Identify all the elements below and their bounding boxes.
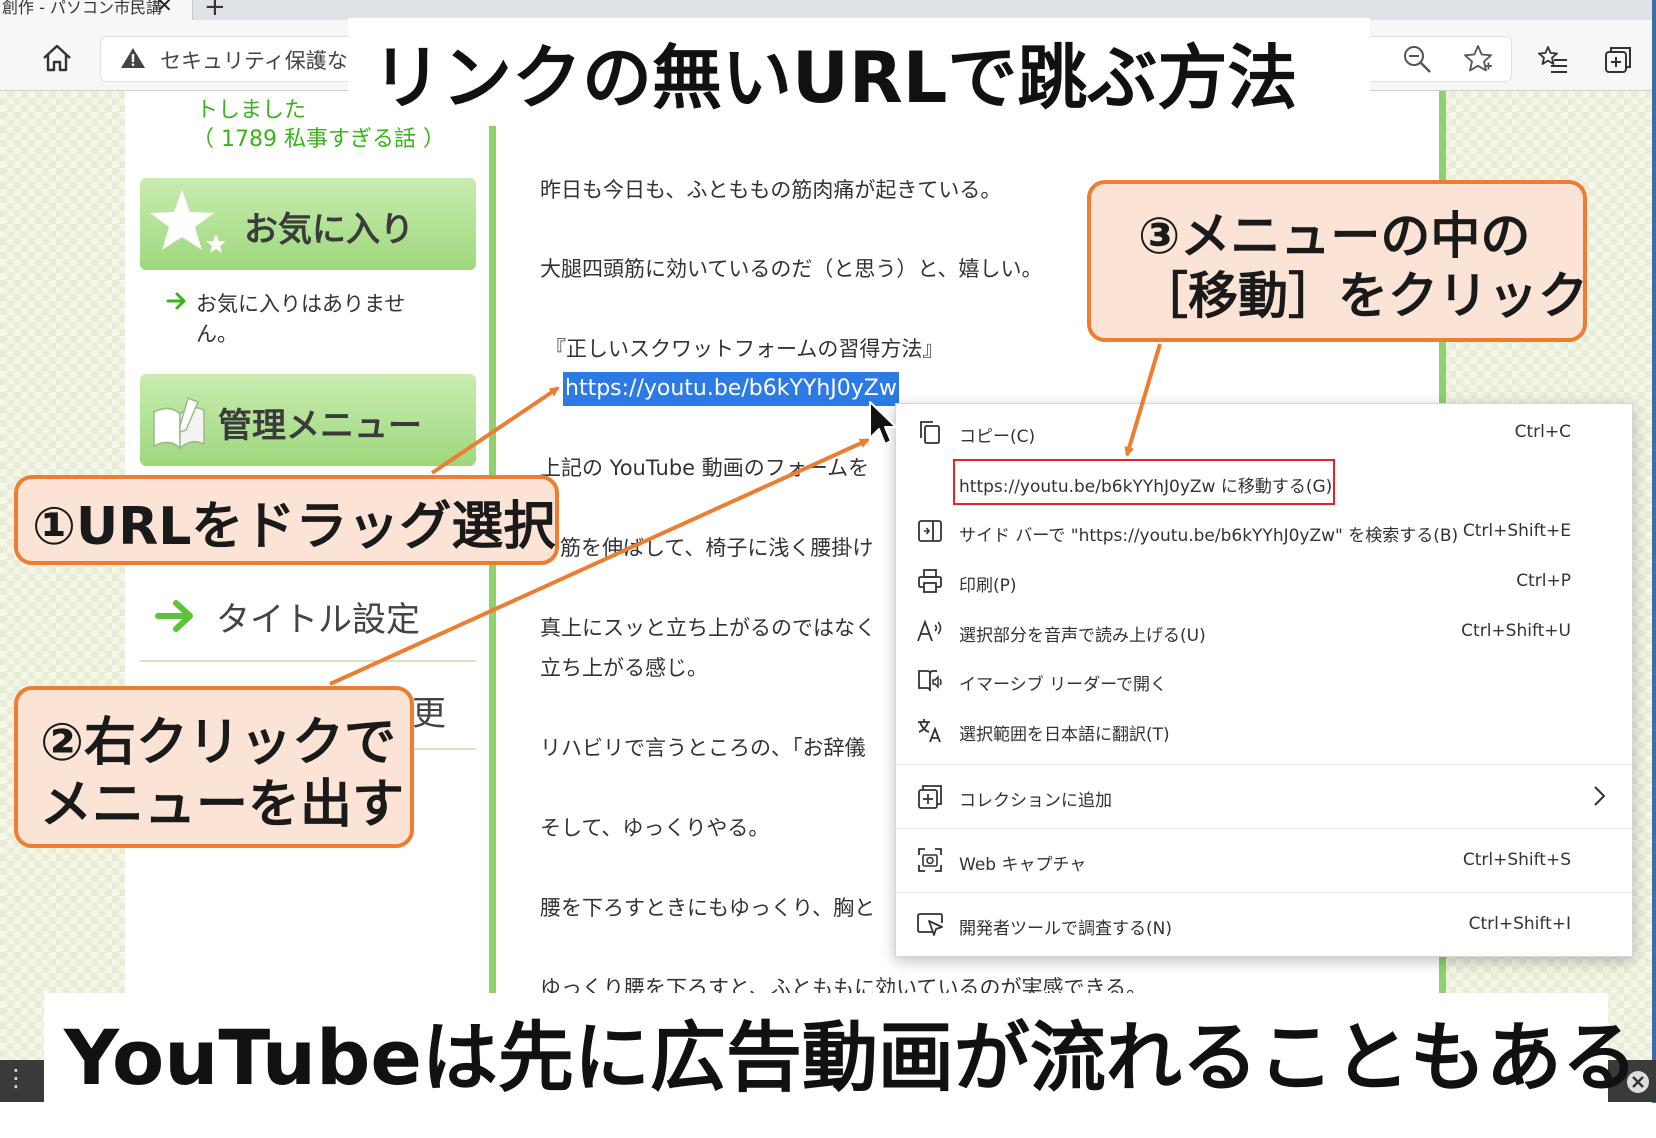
video-title-text: 『正しいスクワットフォームの習得方法』 [545,337,944,361]
menu-item-print[interactable]: 印刷(P) [959,571,1017,596]
translate-icon [918,719,941,743]
window-edge [1652,0,1656,1110]
menu-separator [895,828,1631,829]
warning-icon[interactable] [120,46,146,70]
read-aloud-icon [917,619,942,642]
paragraph: 立ち上がる感じ。 [540,656,708,680]
notebook-icon [153,396,205,450]
sidebar-item-partial[interactable]: 更 [412,686,446,735]
shortcut-web-capture: Ctrl+Shift+S [1462,850,1571,870]
bottom-caption: YouTubeは先に広告動画が流れることもある [64,1013,1638,1102]
security-status-label[interactable]: セキュリティ保護なし [160,45,369,75]
star-icon [150,190,226,253]
page-title: リンクの無いURLで跳ぶ方法 [372,37,1298,119]
paragraph: 真上にスッと立ち上がるのではなく [540,616,876,640]
copy-icon [920,421,940,444]
chevron-right-icon [1594,786,1606,806]
tab-title: 創作 - パソコン市民講 [2,0,162,17]
menu-item-add-to-collection[interactable]: コレクションに追加 [959,786,1112,811]
paragraph: 昨日も今日も、ふとももの筋肉痛が起きている。 [540,178,1002,202]
admin-menu-heading: 管理メニュー [218,406,422,446]
collections-icon[interactable] [1603,44,1633,74]
paragraph: そして、ゆっくりやる。 [540,816,770,840]
shortcut-devtools: Ctrl+Shift+I [1468,914,1571,934]
new-tab-button[interactable]: + [204,0,226,22]
paragraph: 上記の YouTube 動画のフォームを [540,456,870,480]
shortcut-sidebar-search: Ctrl+Shift+E [1462,521,1571,541]
paragraph: 大腿四頭筋に効いているのだ（と思う）と、嬉しい。 [540,257,1043,281]
favorites-empty-text-cont: ん。 [196,322,238,346]
recent-entry-title-link[interactable]: （ 1789 私事すぎる話 ） [192,121,445,153]
menu-separator [895,764,1631,765]
selected-url-text[interactable]: https://youtu.be/b6kYYhJ0yZw [563,372,899,406]
menu-item-immersive-reader[interactable]: イマーシブ リーダーで開く [959,670,1167,695]
favorites-empty-text: お気に入りはありませ [196,292,406,316]
favorites-heading: お気に入り [244,210,414,250]
home-icon[interactable] [40,42,74,74]
menu-item-copy[interactable]: コピー(C) [959,422,1035,447]
favorites-icon[interactable] [1538,44,1568,74]
paragraph: リハビリで言うところの、「お辞儀 [540,736,866,760]
callout-step-2-text-cont: メニューを出す [40,775,405,835]
devtools-icon [917,913,943,936]
tab-strip [0,0,1656,20]
arrow-right-icon [166,292,186,310]
browser-tab[interactable]: 創作 - パソコン市民講 ✕ [0,0,193,20]
bottom-margin [0,1103,1656,1138]
taskbar-glyph: ⋮ [4,1064,28,1092]
paragraph: 筋を伸ばして、椅子に浅く腰掛け [560,536,874,560]
mouse-cursor-icon [869,401,897,445]
immersive-reader-icon [918,670,942,692]
menu-item-devtools[interactable]: 開発者ツールで調査する(N) [959,914,1172,939]
zoom-out-icon[interactable] [1402,44,1432,74]
menu-item-translate[interactable]: 選択範囲を日本語に翻訳(T) [959,720,1170,745]
title-setting-link[interactable]: タイトル設定 [216,592,420,641]
collections-icon [918,785,942,809]
menu-item-read-aloud[interactable]: 選択部分を音声で読み上げる(U) [959,621,1206,646]
print-icon [918,569,942,593]
shortcut-copy: Ctrl+C [1514,422,1571,442]
shortcut-print: Ctrl+P [1516,571,1571,591]
callout-step-1-text: ①URLをドラッグ選択 [32,497,556,557]
sidebar-search-icon [918,520,942,542]
highlight-box [953,459,1335,505]
menu-item-web-capture[interactable]: Web キャプチャ [959,850,1086,875]
web-capture-icon [918,848,942,872]
menu-separator [895,892,1631,893]
shortcut-read-aloud: Ctrl+Shift+U [1461,621,1571,641]
tab-close-icon[interactable]: ✕ [156,0,173,17]
add-favorite-icon[interactable] [1463,44,1493,74]
paragraph: 腰を下ろすときにもゆっくり、胸と [540,896,876,920]
recent-entry-link[interactable]: トしました [196,92,306,124]
arrow-right-icon [155,600,193,632]
callout-step-3-text-cont: ［移動］をクリック [1138,267,1588,325]
sidebar-divider [140,660,476,662]
